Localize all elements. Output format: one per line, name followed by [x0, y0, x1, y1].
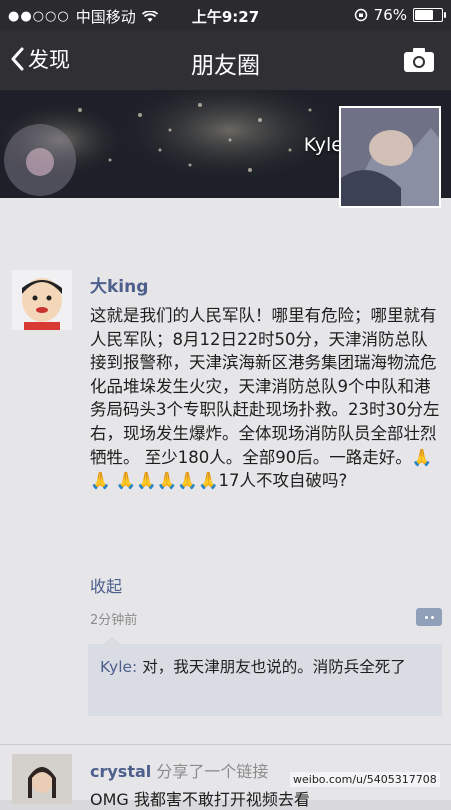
comment-box: Kyle: 对，我天津朋友也说的。消防兵全死了	[88, 636, 442, 716]
post2-author[interactable]: crystal	[90, 762, 151, 781]
post-timestamp: 2分钟前	[90, 613, 138, 628]
comment-menu-button[interactable]	[416, 608, 442, 626]
cover-username: Kyle	[303, 134, 343, 156]
battery-percent: 76%	[373, 6, 407, 24]
comment-author[interactable]: Kyle:	[100, 658, 137, 676]
profile-avatar[interactable]	[339, 106, 441, 208]
post2-header: crystal 分享了一个链接	[90, 758, 268, 782]
comment-item[interactable]: Kyle: 对，我天津朋友也说的。消防兵全死了	[100, 656, 432, 679]
navigation-bar: 发现 朋友圈	[0, 30, 451, 90]
comment-text: 对，我天津朋友也说的。消防兵全死了	[137, 658, 406, 676]
rotation-lock-icon	[354, 8, 367, 22]
page-title: 朋友圈	[191, 53, 260, 79]
moments-feed: 大king 这就是我们的人民军队！哪里有危险；哪里就有人民军队；8月12日22时…	[0, 198, 451, 809]
collapse-link[interactable]: 收起	[90, 573, 122, 597]
post2-action: 分享了一个链接	[151, 762, 269, 781]
divider	[0, 744, 451, 745]
post-author[interactable]: 大king	[90, 272, 148, 297]
watermark: weibo.com/u/5405317708	[290, 772, 440, 787]
author-avatar-2[interactable]	[12, 754, 72, 804]
post2-text: OMG 我都害不敢打开视频去看	[90, 790, 310, 809]
status-bar: ●●○○○ 中国移动 上午9:27 76%	[0, 0, 451, 30]
battery-icon	[413, 8, 446, 22]
post-text: 这就是我们的人民军队！哪里有危险；哪里就有人民军队；8月12日22时50分，天津…	[90, 306, 440, 491]
status-right: 76%	[354, 6, 446, 24]
author-avatar[interactable]	[12, 270, 72, 330]
camera-icon[interactable]	[403, 47, 435, 73]
